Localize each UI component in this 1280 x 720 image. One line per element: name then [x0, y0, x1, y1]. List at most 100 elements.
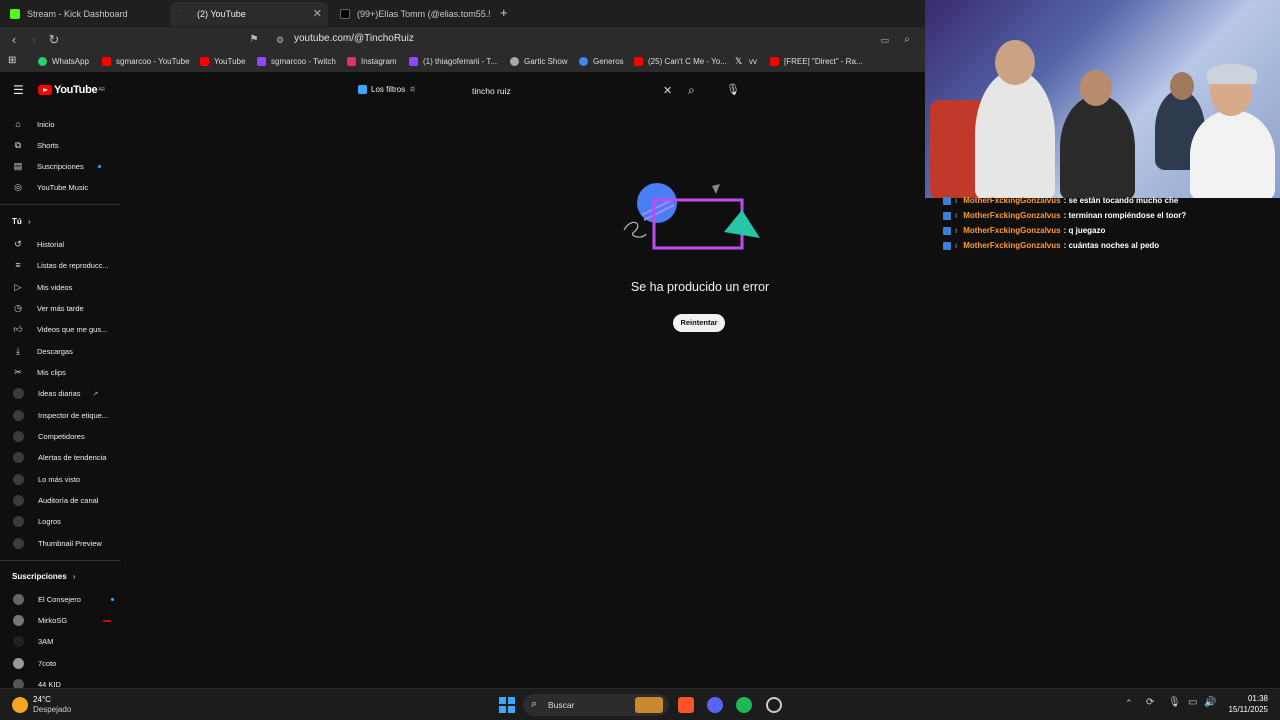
sidebar-item-mis-clips[interactable]: ✂ Mis clips: [12, 367, 66, 378]
clock-time[interactable]: 01:38: [1230, 694, 1268, 703]
search-input[interactable]: tincho ruiz: [462, 81, 682, 101]
apps-grid-icon[interactable]: ⊞: [8, 55, 16, 66]
search-icon[interactable]: ⌕: [688, 83, 695, 98]
sidebar-item-competidores[interactable]: Competidores: [12, 431, 85, 442]
bookmark-generos[interactable]: Generos: [579, 57, 624, 66]
tab-youtube[interactable]: ˙ (2) YouTube ✕: [170, 2, 328, 26]
subscription-label: 7coto: [38, 659, 57, 668]
subscription-label: MirkoSG: [38, 616, 68, 625]
sidebar-item-historial[interactable]: ↺ Historial: [12, 239, 64, 250]
sidebar-item-ver-mas-tarde[interactable]: ◷ Ver más tarde: [12, 303, 84, 314]
music-icon: ◎: [14, 182, 22, 192]
sidebar-item-lo-mas-visto[interactable]: Lo más visto: [12, 474, 80, 485]
teal-triangle: [724, 210, 760, 238]
network-icon[interactable]: ▭: [1188, 697, 1197, 708]
bookmark-cant-c-me[interactable]: (25) Can't C Me - Yo...: [634, 57, 727, 66]
sidebar-item-mis-videos[interactable]: ▷ Mis videos: [12, 282, 73, 293]
bookmark-label: [FREE] "Direct" - Ra...: [784, 57, 863, 66]
sidebar-item-auditoria[interactable]: Auditoría de canal: [12, 495, 98, 506]
sidebar-item-inicio[interactable]: ⌂ Inicio: [12, 119, 55, 129]
taskbar-search[interactable]: ⌕ Buscar: [523, 694, 669, 716]
sidebar-item-ideas-diarias[interactable]: Ideas diarias ↗: [12, 388, 98, 399]
microphone-icon[interactable]: 🎙: [726, 83, 740, 96]
sidebar-item-inspector[interactable]: Inspector de etique...: [12, 410, 108, 421]
close-tab-icon[interactable]: ✕: [313, 7, 322, 20]
weather-temperature[interactable]: 24°C: [33, 695, 51, 704]
bookmark-label: Generos: [593, 57, 624, 66]
tab-kick-dashboard[interactable]: Stream - Kick Dashboard: [0, 2, 168, 26]
sidebar-label: Thumbnail Preview: [38, 539, 102, 548]
sidebar-item-suscripciones[interactable]: ▤ Suscripciones: [12, 161, 101, 172]
sync-icon[interactable]: ⟳: [1146, 697, 1154, 708]
brave-browser-icon[interactable]: [678, 697, 694, 713]
menu-icon[interactable]: ☰: [13, 83, 24, 97]
sidebar-label: Ideas diarias: [38, 389, 81, 398]
subscription-3am[interactable]: 3AM: [12, 636, 53, 647]
spotify-icon[interactable]: [736, 697, 752, 713]
chat-message: ı MotherFxckingGonzalvus: se están tocand…: [943, 196, 1178, 205]
tiktok-icon: [340, 9, 350, 19]
subscription-el-consejero[interactable]: El Consejero: [12, 594, 114, 605]
chat-number: ı: [955, 241, 958, 250]
sidebar-label: Inicio: [37, 119, 55, 129]
volume-icon[interactable]: 🔊: [1204, 697, 1216, 708]
extension-icon: [13, 431, 24, 442]
sidebar-label: Logros: [38, 517, 61, 526]
bookmark-sgmarcoo-twitch[interactable]: sgmarcoo - Twitch: [257, 57, 336, 66]
extension-icon: [13, 495, 24, 506]
filters-label: Los filtros: [371, 85, 406, 94]
sidebar-item-logros[interactable]: Logros: [12, 516, 61, 527]
site-info-icon[interactable]: ⚙: [272, 32, 288, 48]
chat-message: ı MotherFxckingGonzalvus: q juegazo: [943, 226, 1105, 235]
sidebar-item-youtube-music[interactable]: ◎ YouTube Music: [12, 182, 88, 193]
chat-message: ı MotherFxckingGonzalvus: cuántas noches …: [943, 241, 1159, 250]
sidebar-item-shorts[interactable]: ⧉ Shorts: [12, 140, 59, 151]
bookmark-instagram[interactable]: Instagram: [347, 57, 397, 66]
weather-description[interactable]: Despejado: [33, 705, 71, 714]
chevron-up-icon[interactable]: ⌃: [1125, 698, 1133, 709]
tab-tiktok[interactable]: (99+)Elías Tomm (@elias.tom55.5) | T: [330, 2, 490, 26]
discord-icon[interactable]: [707, 697, 723, 713]
zoom-icon[interactable]: ⌕: [899, 32, 915, 48]
section-heading-suscripciones[interactable]: Suscripciones ›: [12, 572, 76, 581]
bookmark-youtube[interactable]: YouTube: [200, 57, 245, 66]
sidebar-item-videos-gustan[interactable]: 👍︎ Videos que me gus...: [12, 324, 107, 335]
sidebar-item-listas[interactable]: ≡ Listas de reproducc...: [12, 260, 108, 270]
sidebar-label: YouTube Music: [37, 183, 89, 192]
clock-date[interactable]: 15/11/2025: [1222, 705, 1268, 714]
sidebar-item-descargas[interactable]: ⤓ Descargas: [12, 346, 73, 357]
bookmark-label: (25) Can't C Me - Yo...: [648, 57, 727, 66]
subscription-mirkosg[interactable]: MirkoSG: [12, 615, 112, 626]
reload-icon[interactable]: ↻: [46, 32, 62, 48]
new-tab-icon[interactable]: +: [500, 5, 508, 20]
youtube-logo[interactable]: YouTube AR: [38, 84, 105, 96]
logo-pane: [499, 697, 506, 704]
bookmark-sgmarcoo-youtube[interactable]: sgmarcoo - YouTube: [102, 57, 190, 66]
cast-icon[interactable]: ▭: [877, 32, 893, 48]
microphone-icon[interactable]: 🎙: [1168, 697, 1181, 708]
subscription-7coto[interactable]: 7coto: [12, 658, 56, 669]
history-icon: ↺: [14, 239, 22, 249]
bookmark-whatsapp[interactable]: WhatsApp: [38, 57, 89, 66]
steam-icon[interactable]: [766, 697, 782, 713]
chat-user: MotherFxckingGonzalvus: [963, 226, 1061, 235]
forward-icon[interactable]: ›: [26, 32, 42, 48]
retry-button[interactable]: Reintentar: [673, 314, 725, 332]
address-bar[interactable]: youtube.com/@TinchoRuiz: [294, 33, 414, 44]
bookmark-vv[interactable]: 𝕏vv: [735, 57, 757, 67]
bookmark-label: YouTube: [214, 57, 246, 66]
channel-avatar: [13, 615, 24, 626]
filters-extension-button[interactable]: Los filtros ⚟: [358, 85, 416, 94]
sidebar-item-alertas[interactable]: Alertas de tendencia: [12, 452, 106, 463]
section-heading-tu[interactable]: Tú ›: [12, 217, 31, 226]
bookmark-thiagoferrarii[interactable]: (1) thiagoferrarii - T...: [409, 57, 497, 66]
windows-start-icon[interactable]: [499, 697, 515, 713]
sidebar-item-thumbnail-preview[interactable]: Thumbnail Preview: [12, 538, 102, 549]
bookmark-gartic-show[interactable]: Gartic Show: [510, 57, 568, 66]
bookmark-free-direct[interactable]: [FREE] "Direct" - Ra...: [770, 57, 863, 66]
filter-icon: [358, 85, 367, 94]
clear-search-icon[interactable]: ✕: [663, 84, 672, 97]
bookmark-icon[interactable]: ⚑: [246, 32, 262, 48]
chevron-right-icon: ›: [28, 217, 31, 226]
back-icon[interactable]: ‹: [6, 32, 22, 48]
